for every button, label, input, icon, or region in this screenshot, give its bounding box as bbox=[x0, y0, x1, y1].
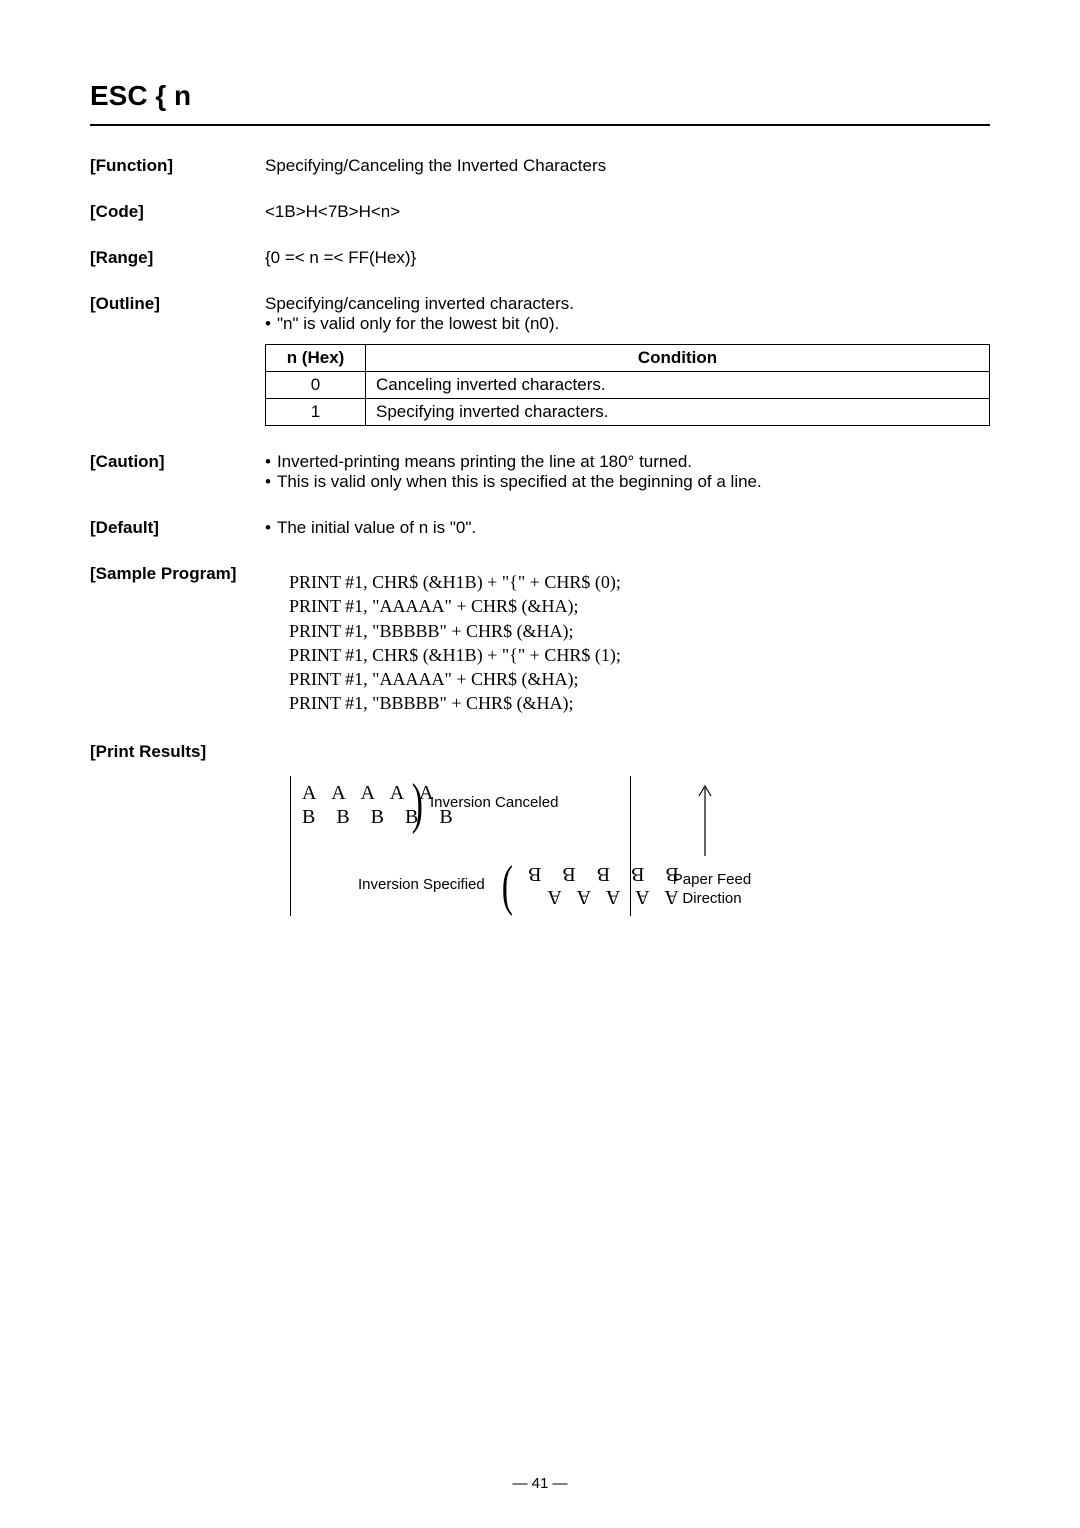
code-line: PRINT #1, "AAAAA" + CHR$ (&HA); bbox=[289, 594, 990, 618]
function-label: [Function] bbox=[90, 156, 265, 176]
page-number: — 41 — bbox=[0, 1475, 1080, 1492]
outline-line2: "n" is valid only for the lowest bit (n0… bbox=[277, 314, 559, 334]
brace-icon: ( bbox=[502, 854, 513, 918]
output-line-b-inv: B B B B B bbox=[520, 862, 679, 885]
range-label: [Range] bbox=[90, 248, 265, 268]
bullet-icon: • bbox=[265, 452, 271, 472]
paper-feed-label: Paper Feed Direction bbox=[662, 870, 762, 909]
table-header-n: n (Hex) bbox=[266, 345, 366, 372]
code-line: PRINT #1, "AAAAA" + CHR$ (&HA); bbox=[289, 667, 990, 691]
inversion-specified-label: Inversion Specified bbox=[358, 876, 485, 893]
code-row: [Code] <1B>H<7B>H<n> bbox=[90, 202, 990, 222]
function-text: Specifying/Canceling the Inverted Charac… bbox=[265, 156, 990, 176]
default-text: The initial value of n is "0". bbox=[277, 518, 476, 538]
bullet-icon: • bbox=[265, 314, 271, 334]
output-line-a-inv: A A A A A bbox=[520, 885, 679, 908]
command-title: ESC { n bbox=[90, 80, 990, 126]
table-header-cond: Condition bbox=[366, 345, 990, 372]
code-line: PRINT #1, "BBBBB" + CHR$ (&HA); bbox=[289, 619, 990, 643]
inversion-canceled-label: Inversion Canceled bbox=[430, 794, 558, 811]
range-text: {0 =< n =< FF(Hex)} bbox=[265, 248, 990, 268]
code-label: [Code] bbox=[90, 202, 265, 222]
table-cell-cond: Canceling inverted characters. bbox=[366, 372, 990, 399]
condition-table: n (Hex) Condition 0 Canceling inverted c… bbox=[265, 344, 990, 426]
outline-line1: Specifying/canceling inverted characters… bbox=[265, 294, 990, 314]
vertical-rule-icon bbox=[290, 776, 291, 916]
caution-row: [Caution] • Inverted-printing means prin… bbox=[90, 452, 990, 492]
vertical-rule-icon bbox=[630, 776, 631, 916]
sample-row: [Sample Program] PRINT #1, CHR$ (&H1B) +… bbox=[90, 564, 990, 716]
brace-icon: ) bbox=[412, 772, 423, 836]
sample-code-block: PRINT #1, CHR$ (&H1B) + "{" + CHR$ (0); … bbox=[289, 570, 990, 716]
arrow-up-icon bbox=[695, 778, 715, 858]
print-results-label: [Print Results] bbox=[90, 742, 265, 762]
default-row: [Default] • The initial value of n is "0… bbox=[90, 518, 990, 538]
table-cell-n: 0 bbox=[266, 372, 366, 399]
table-cell-n: 1 bbox=[266, 399, 366, 426]
outline-label: [Outline] bbox=[90, 294, 265, 426]
code-line: PRINT #1, CHR$ (&H1B) + "{" + CHR$ (0); bbox=[289, 570, 990, 594]
code-text: <1B>H<7B>H<n> bbox=[265, 202, 990, 222]
caution-label: [Caution] bbox=[90, 452, 265, 492]
code-line: PRINT #1, "BBBBB" + CHR$ (&HA); bbox=[289, 691, 990, 715]
bullet-icon: • bbox=[265, 472, 271, 492]
table-row: 1 Specifying inverted characters. bbox=[266, 399, 990, 426]
print-results-diagram: A A A A A B B B B B ) Inversion Canceled… bbox=[290, 776, 990, 926]
inverted-output: A A A A A B B B B B bbox=[520, 862, 679, 908]
table-cell-cond: Specifying inverted characters. bbox=[366, 399, 990, 426]
outline-row: [Outline] Specifying/canceling inverted … bbox=[90, 294, 990, 426]
range-row: [Range] {0 =< n =< FF(Hex)} bbox=[90, 248, 990, 268]
sample-label: [Sample Program] bbox=[90, 564, 265, 716]
function-row: [Function] Specifying/Canceling the Inve… bbox=[90, 156, 990, 176]
table-row: 0 Canceling inverted characters. bbox=[266, 372, 990, 399]
code-line: PRINT #1, CHR$ (&H1B) + "{" + CHR$ (1); bbox=[289, 643, 990, 667]
print-results-row: [Print Results] bbox=[90, 742, 990, 762]
bullet-icon: • bbox=[265, 518, 271, 538]
default-label: [Default] bbox=[90, 518, 265, 538]
caution-line1: Inverted-printing means printing the lin… bbox=[277, 452, 692, 472]
caution-line2: This is valid only when this is specifie… bbox=[277, 472, 762, 492]
